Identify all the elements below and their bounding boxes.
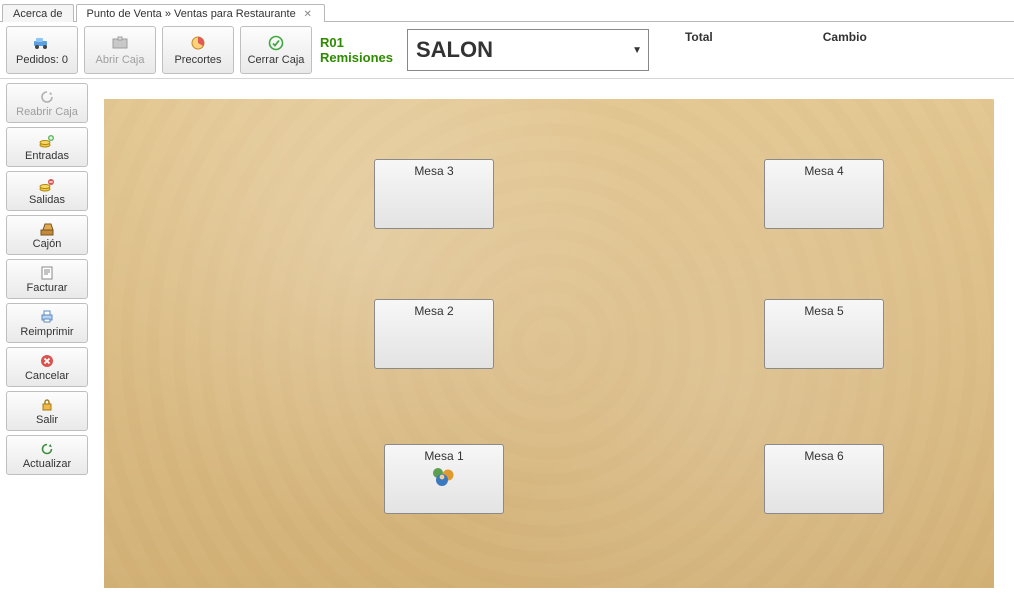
precortes-button[interactable]: Precortes	[162, 26, 234, 74]
car-icon	[33, 34, 51, 52]
floor-plan: Mesa 3 Mesa 4 Mesa 2 Mesa 5 Mesa 1	[104, 99, 994, 588]
salidas-button[interactable]: Salidas	[6, 171, 88, 211]
remision-label: Remisiones	[320, 50, 393, 65]
button-label: Salir	[36, 414, 58, 426]
cambio-label: Cambio	[823, 30, 867, 44]
refresh-icon	[39, 441, 55, 457]
remision-block: R01 Remisiones	[320, 35, 393, 65]
mesa-4-button[interactable]: Mesa 4	[764, 159, 884, 229]
cash-register-icon	[39, 221, 55, 237]
mesa-6-button[interactable]: Mesa 6	[764, 444, 884, 514]
mesa-label: Mesa 3	[414, 164, 453, 178]
totals-block: Total Cambio	[685, 26, 867, 44]
coins-minus-icon	[39, 177, 55, 193]
cajon-button[interactable]: Cajón	[6, 215, 88, 255]
top-toolbar: Pedidos: 0 Abrir Caja Precortes Cerrar C…	[0, 22, 1014, 79]
coins-plus-icon	[39, 133, 55, 149]
box-icon	[111, 34, 129, 52]
button-label: Entradas	[25, 150, 69, 162]
chevron-down-icon: ▼	[632, 45, 642, 56]
cancelar-button[interactable]: Cancelar	[6, 347, 88, 387]
abrir-caja-button[interactable]: Abrir Caja	[84, 26, 156, 74]
button-label: Reimprimir	[20, 326, 73, 338]
people-icon	[430, 465, 458, 494]
tab-about[interactable]: Acerca de	[2, 4, 74, 22]
salon-dropdown[interactable]: SALON ▼	[407, 29, 649, 71]
reabrir-caja-button[interactable]: Reabrir Caja	[6, 83, 88, 123]
button-label: Cerrar Caja	[248, 54, 305, 66]
salir-button[interactable]: Salir	[6, 391, 88, 431]
close-icon[interactable]: ✕	[302, 8, 314, 20]
button-label: Actualizar	[23, 458, 71, 470]
tab-label: Acerca de	[13, 8, 63, 20]
printer-icon	[39, 309, 55, 325]
button-label: Salidas	[29, 194, 65, 206]
main-area: Reabrir Caja Entradas Salidas Cajón Fact	[0, 79, 1014, 598]
check-circle-icon	[267, 34, 285, 52]
entradas-button[interactable]: Entradas	[6, 127, 88, 167]
chart-pie-icon	[189, 34, 207, 52]
sidebar: Reabrir Caja Entradas Salidas Cajón Fact	[0, 79, 94, 598]
mesa-label: Mesa 4	[804, 164, 843, 178]
button-label: Abrir Caja	[96, 54, 145, 66]
mesa-label: Mesa 1	[424, 449, 463, 463]
remision-code: R01	[320, 35, 393, 50]
cerrar-caja-button[interactable]: Cerrar Caja	[240, 26, 312, 74]
pedidos-button[interactable]: Pedidos: 0	[6, 26, 78, 74]
cancel-icon	[39, 353, 55, 369]
lock-icon	[39, 397, 55, 413]
button-label: Pedidos: 0	[16, 54, 68, 66]
tab-label: Punto de Venta » Ventas para Restaurante	[87, 8, 296, 20]
mesa-1-button[interactable]: Mesa 1	[384, 444, 504, 514]
document-icon	[39, 265, 55, 281]
button-label: Reabrir Caja	[16, 106, 78, 118]
button-label: Cancelar	[25, 370, 69, 382]
mesa-3-button[interactable]: Mesa 3	[374, 159, 494, 229]
facturar-button[interactable]: Facturar	[6, 259, 88, 299]
refresh-icon	[39, 89, 55, 105]
actualizar-button[interactable]: Actualizar	[6, 435, 88, 475]
tab-pos-restaurant[interactable]: Punto de Venta » Ventas para Restaurante…	[76, 4, 325, 22]
total-label: Total	[685, 30, 713, 44]
button-label: Precortes	[174, 54, 221, 66]
button-label: Cajón	[33, 238, 62, 250]
mesa-label: Mesa 6	[804, 449, 843, 463]
mesa-2-button[interactable]: Mesa 2	[374, 299, 494, 369]
mesa-label: Mesa 2	[414, 304, 453, 318]
mesa-5-button[interactable]: Mesa 5	[764, 299, 884, 369]
mesa-label: Mesa 5	[804, 304, 843, 318]
salon-selected: SALON	[416, 37, 493, 63]
button-label: Facturar	[27, 282, 68, 294]
tab-bar: Acerca de Punto de Venta » Ventas para R…	[0, 0, 1014, 22]
floor-wrap: Mesa 3 Mesa 4 Mesa 2 Mesa 5 Mesa 1	[94, 79, 1014, 598]
reimprimir-button[interactable]: Reimprimir	[6, 303, 88, 343]
